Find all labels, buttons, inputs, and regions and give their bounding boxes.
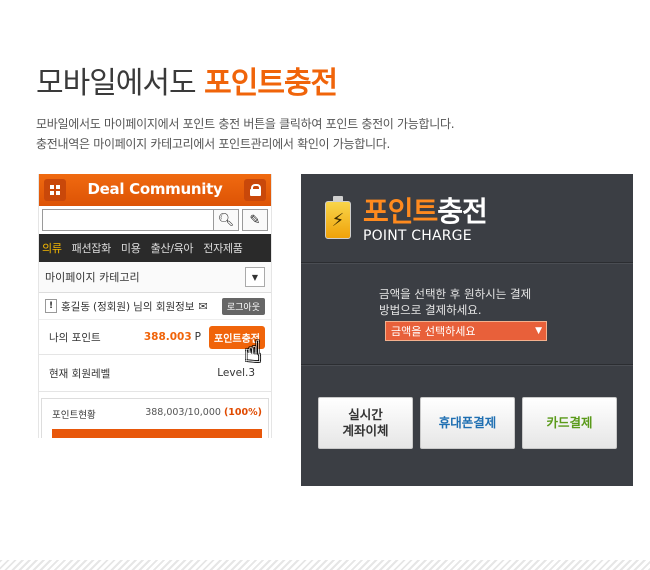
panel-title-normal: 충전 bbox=[437, 195, 488, 228]
status-numbers: 388,003/10,000 (100%) bbox=[145, 407, 262, 418]
point-charge-panel: ⚡︎ 포인트충전 POINT CHARGE 금액을 선택한 후 원하시는 결제 … bbox=[301, 174, 633, 486]
user-grade: (정회원) bbox=[92, 300, 131, 313]
logout-button[interactable]: 로그아웃 bbox=[221, 297, 265, 315]
mobile-screen: Deal Community 🔍︎ ✎ 의류 패션잡화 미용 출산/육아 전자제… bbox=[38, 174, 272, 438]
search-icon: 🔍︎ bbox=[217, 212, 235, 228]
mail-icon[interactable]: ✉ bbox=[198, 300, 207, 313]
user-name: 홍길동 bbox=[61, 300, 90, 313]
mypage-category-select[interactable]: 마이페이지 카테고리 ▼ bbox=[39, 262, 271, 293]
status-progress-fill bbox=[52, 429, 262, 438]
unlock-icon bbox=[249, 184, 261, 196]
status-label: 포인트현황 bbox=[52, 410, 96, 421]
nav-item-baby[interactable]: 출산/육아 bbox=[151, 240, 194, 256]
amount-select[interactable]: 금액을 선택하세요 ▼ bbox=[385, 321, 547, 341]
write-button[interactable]: ✎ bbox=[242, 209, 268, 231]
member-level-row: 현재 회원레벨 Level.3 bbox=[39, 355, 271, 392]
search-button[interactable]: 🔍︎ bbox=[214, 209, 239, 231]
lock-button[interactable] bbox=[244, 179, 266, 201]
bottom-divider bbox=[0, 560, 650, 570]
page-description: 모바일에서도 마이페이지에서 포인트 충전 버튼을 클릭하여 포인트 충전이 가… bbox=[36, 114, 455, 154]
mobile-header: Deal Community bbox=[39, 174, 271, 206]
my-point-row: 나의 포인트 388.003 P 포인트충전 bbox=[39, 320, 271, 355]
site-logo[interactable]: Deal Community bbox=[39, 180, 271, 198]
description-line-1: 모바일에서도 마이페이지에서 포인트 충전 버튼을 클릭하여 포인트 충전이 가… bbox=[36, 117, 455, 131]
status-progress-bar bbox=[52, 429, 262, 438]
level-label: 현재 회원레벨 bbox=[49, 367, 111, 380]
chevron-down-icon: ▼ bbox=[535, 326, 542, 336]
description-line-2: 충전내역은 마이페이지 카테고리에서 포인트관리에서 확인이 가능합니다. bbox=[36, 137, 391, 151]
panel-subtitle: POINT CHARGE bbox=[363, 228, 472, 244]
page-title-accent: 포인트충전 bbox=[204, 66, 338, 101]
card-payment-button[interactable]: 카드결제 bbox=[522, 397, 617, 449]
point-value: 388.003 bbox=[143, 331, 192, 343]
point-status-box: 포인트현황 388,003/10,000 (100%) bbox=[41, 398, 269, 438]
page-title-normal: 모바일에서도 bbox=[36, 66, 197, 101]
nav-item-electronics[interactable]: 전자제품 bbox=[203, 240, 243, 256]
amount-section: 금액을 선택한 후 원하시는 결제 방법으로 결제하세요. 금액을 선택하세요 … bbox=[301, 263, 633, 365]
search-bar: 🔍︎ ✎ bbox=[39, 206, 271, 234]
bank-transfer-button[interactable]: 실시간 계좌이체 bbox=[318, 397, 413, 449]
payment-methods: 실시간 계좌이체 휴대폰결제 카드결제 bbox=[301, 365, 633, 486]
pointer-hand-icon: ☝ bbox=[244, 335, 263, 370]
nav-item-clothing[interactable]: 의류 bbox=[42, 240, 62, 256]
amount-select-value: 금액을 선택하세요 bbox=[391, 325, 476, 338]
panel-title: 포인트충전 bbox=[363, 190, 488, 230]
amount-instruction: 금액을 선택한 후 원하시는 결제 방법으로 결제하세요. bbox=[379, 287, 532, 317]
page-title: 모바일에서도 포인트충전 bbox=[36, 58, 338, 102]
panel-header: ⚡︎ 포인트충전 POINT CHARGE bbox=[301, 174, 633, 263]
status-percent: (100%) bbox=[223, 407, 262, 418]
phone-payment-button[interactable]: 휴대폰결제 bbox=[420, 397, 515, 449]
chevron-down-icon: ▼ bbox=[245, 267, 265, 287]
category-label: 마이페이지 카테고리 bbox=[45, 271, 140, 284]
user-info-row: ! 홍길동 (정회원) 님의 회원정보 ✉ 로그아웃 bbox=[39, 293, 271, 320]
panel-title-accent: 포인트 bbox=[363, 195, 438, 228]
user-info-label: 님의 회원정보 bbox=[133, 300, 195, 313]
nav-item-fashion[interactable]: 패션잡화 bbox=[72, 240, 112, 256]
point-label: 나의 포인트 bbox=[49, 331, 101, 344]
battery-icon: ⚡︎ bbox=[325, 196, 351, 239]
notice-icon: ! bbox=[45, 299, 57, 313]
nav-item-beauty[interactable]: 미용 bbox=[121, 240, 141, 256]
search-input[interactable] bbox=[42, 209, 214, 231]
point-unit: P bbox=[194, 331, 201, 343]
pencil-icon: ✎ bbox=[249, 212, 261, 228]
category-nav: 의류 패션잡화 미용 출산/육아 전자제품 bbox=[39, 234, 271, 262]
